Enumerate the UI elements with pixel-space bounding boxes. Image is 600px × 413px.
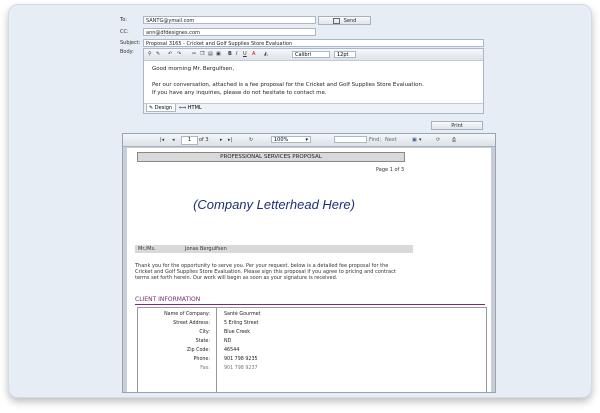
text-color-button[interactable]: A [252, 51, 255, 57]
client-info-table: Name of Company: Santé Gourmet Street Add… [137, 307, 487, 392]
client-key: Name of Company: [164, 312, 210, 317]
page-indicator: Page 1 of 3 [376, 167, 405, 173]
client-value: 46544 [224, 348, 240, 353]
refresh-icon[interactable]: ↻ [249, 137, 253, 143]
letterhead-text: (Company Letterhead Here) [193, 197, 355, 212]
client-value: 5 Erling Street [224, 321, 259, 326]
client-key: Zip Code: [186, 348, 210, 353]
cut-icon[interactable]: ✂ [192, 51, 196, 57]
to-label: To: [120, 17, 127, 23]
app-window: To: SANTG@ymail.com Send CC: ann@dfdesig… [8, 4, 592, 398]
client-key: Street Address: [173, 321, 210, 326]
refresh-report-icon[interactable]: ⟳ [436, 137, 440, 143]
salutation-label: Mr./Ms. [138, 246, 156, 252]
first-page-icon[interactable]: |◂ [160, 137, 164, 143]
html-tab[interactable]: ⟺ HTML [179, 104, 202, 112]
client-value: ND [224, 339, 232, 344]
underline-button[interactable]: U [243, 51, 247, 57]
find-separator: | [380, 137, 382, 143]
viewer-toolbar: |◂ ◂ 1 of 3 ▸ ▸| ↻ 100% ▾ Find | Next ▣ … [123, 134, 495, 147]
letterhead-box: (Company Letterhead Here) [135, 180, 413, 235]
body-line-3: If you have any inquiries, please do not… [152, 90, 327, 96]
intro-line-3: terms set forth herein. Our work will be… [135, 275, 338, 281]
table-divider [216, 308, 217, 392]
pencil-icon: ✎ [149, 105, 154, 111]
send-button-label: Send [343, 18, 357, 24]
italic-button[interactable]: I [236, 51, 237, 57]
chevron-down-icon: ▾ [305, 137, 308, 143]
find-input[interactable] [334, 136, 367, 143]
find-link[interactable]: Find [369, 137, 379, 143]
client-key: State: [195, 339, 210, 344]
report-page: PROFESSIONAL SERVICES PROPOSAL Page 1 of… [127, 148, 491, 392]
code-icon: ⟺ [179, 105, 187, 111]
to-field[interactable]: SANTG@ymail.com [143, 16, 316, 24]
subject-label: Subject: [120, 40, 141, 46]
design-tab-label: Design [154, 105, 173, 111]
design-tab[interactable]: ✎ Design [146, 104, 176, 112]
zoom-select[interactable]: 100% ▾ [271, 136, 311, 143]
last-page-icon[interactable]: ▸| [228, 137, 232, 143]
report-viewer: |◂ ◂ 1 of 3 ▸ ▸| ↻ 100% ▾ Find | Next ▣ … [122, 133, 496, 393]
doc-title: PROFESSIONAL SERVICES PROPOSAL [137, 152, 405, 162]
salutation-bar: Mr./Ms. Jonas Bergulfsen [135, 245, 413, 253]
body-label: Body: [120, 49, 134, 55]
image-icon[interactable]: ▣ [216, 51, 221, 57]
font-size-select[interactable]: 12pt [334, 51, 356, 58]
print-icon[interactable]: ⎙ [452, 137, 456, 143]
page-count: of 3 [199, 137, 209, 143]
client-value: Santé Gourmet [224, 312, 261, 317]
highlight-icon[interactable]: ◭ [264, 51, 268, 57]
paste-icon[interactable]: ▤ [208, 51, 213, 57]
bold-button[interactable]: B [228, 51, 232, 57]
next-page-icon[interactable]: ▸ [220, 137, 223, 143]
send-button[interactable]: Send [318, 16, 371, 25]
cc-field[interactable]: ann@dfdesignes.com [143, 28, 316, 36]
envelope-icon [332, 17, 340, 24]
zoom-value: 100% [274, 137, 289, 143]
client-info-rule [135, 304, 485, 305]
body-line-1: Good morning Mr. Bergulfsen, [152, 66, 235, 72]
copy-icon[interactable]: ❐ [200, 51, 204, 57]
binoculars-icon[interactable]: ⚲ [148, 51, 152, 57]
prev-page-icon[interactable]: ◂ [172, 137, 175, 143]
body-editor[interactable]: ⚲ ✎ ↶ ↷ ✂ ❐ ▤ ▣ B I U A ◭ Calibri 12pt G… [143, 48, 484, 114]
salutation-name: Jonas Bergulfsen [185, 246, 227, 252]
client-key: City: [199, 330, 210, 335]
export-dropdown-icon[interactable]: ▾ [419, 137, 422, 143]
redo-icon[interactable]: ↷ [177, 51, 181, 57]
editor-toolbar: ⚲ ✎ ↶ ↷ ✂ ❐ ▤ ▣ B I U A ◭ Calibri 12pt [144, 49, 483, 61]
print-button[interactable]: Print [431, 121, 483, 130]
client-key: Phone: [193, 357, 210, 362]
next-link[interactable]: Next [385, 137, 397, 143]
subject-field[interactable]: Proposal 3165 - Cricket and Golf Supplie… [143, 39, 484, 47]
client-info-heading: CLIENT INFORMATION [135, 296, 201, 303]
html-tab-label: HTML [187, 105, 202, 111]
spellcheck-icon[interactable]: ✎ [156, 51, 160, 57]
body-line-2: Per our conversation, attached is a fee … [152, 82, 424, 88]
page-number-input[interactable]: 1 [181, 136, 198, 145]
save-icon[interactable]: ▣ [412, 137, 417, 143]
client-key: Fax: [200, 366, 210, 371]
client-value: Blue Creek [224, 330, 251, 335]
undo-icon[interactable]: ↶ [168, 51, 172, 57]
client-value: 901 798 9237 [224, 366, 258, 371]
cc-label: CC: [120, 29, 129, 35]
editor-mode-bar: ✎ Design ⟺ HTML [144, 103, 483, 113]
font-name-select[interactable]: Calibri [292, 51, 330, 58]
client-value: 901 798 9235 [224, 357, 258, 362]
